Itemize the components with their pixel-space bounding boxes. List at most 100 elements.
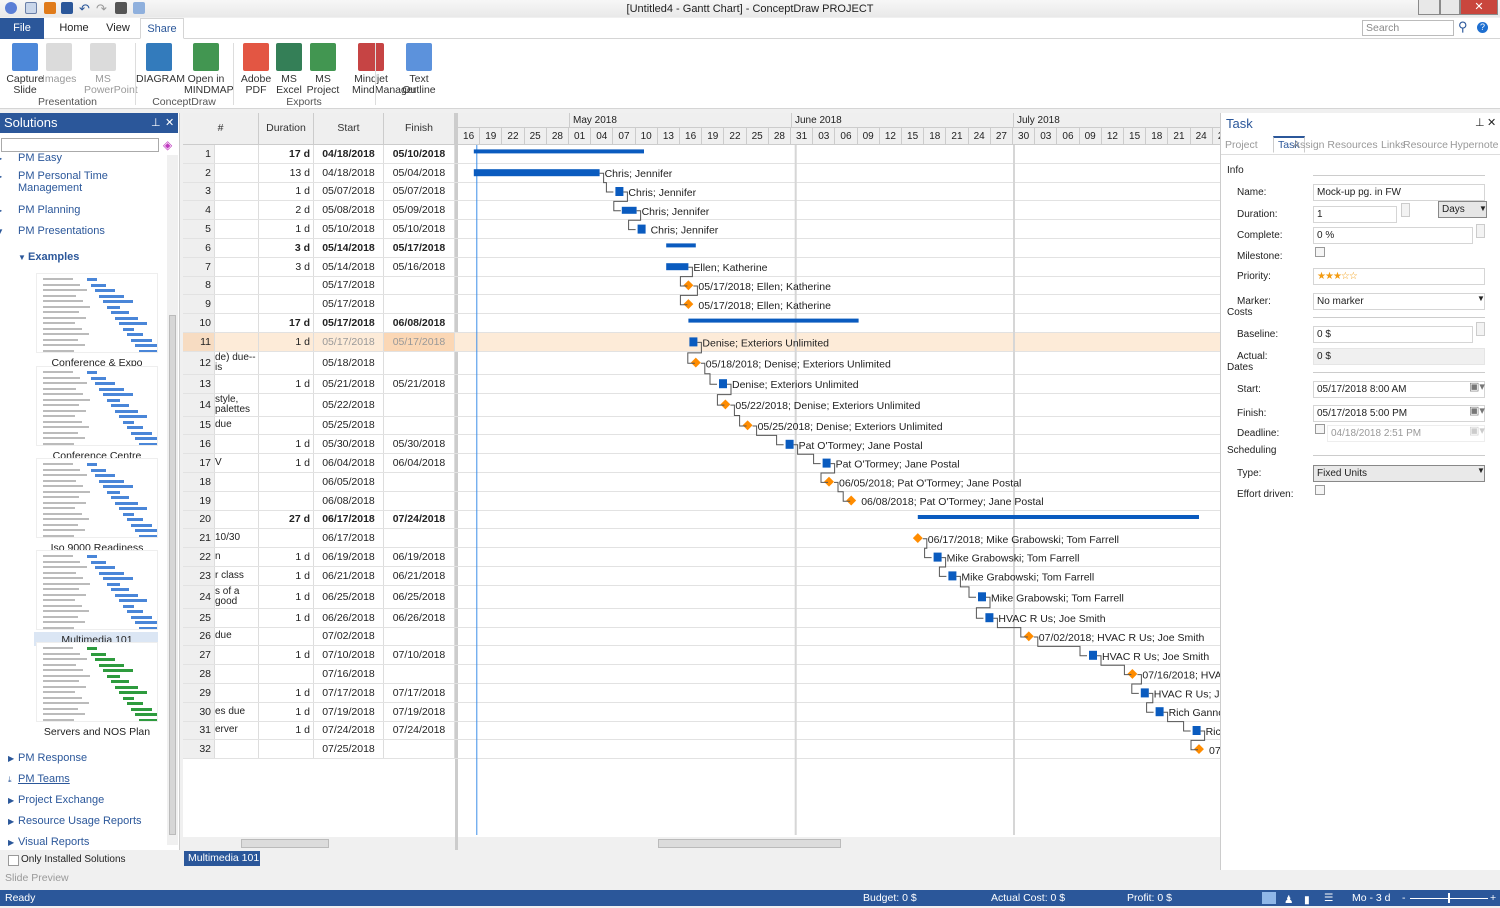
powerpoint-icon <box>90 43 116 71</box>
tab-assign-resources[interactable]: Assign Resources <box>1293 139 1378 151</box>
duration-label: Duration: <box>1237 209 1278 220</box>
priority-field[interactable]: ★★★☆☆ <box>1313 268 1485 285</box>
resource-view-icon[interactable]: ♟ <box>1284 892 1296 906</box>
ribbon-button-label: Open in MINDMAP <box>184 73 234 96</box>
solution-item[interactable]: ▶ Project Exchange <box>8 794 104 806</box>
example-thumbnail[interactable] <box>36 458 158 538</box>
finish-field[interactable]: 05/17/2018 5:00 PM <box>1313 405 1485 422</box>
solution-item[interactable]: ▶PM Personal Time Management <box>0 170 158 194</box>
actual-field[interactable]: 0 $ <box>1313 348 1485 365</box>
close-icon[interactable]: ✕ <box>165 113 174 133</box>
milestone-checkbox[interactable] <box>1315 247 1325 257</box>
solution-item[interactable]: ▼PM Presentations <box>0 225 158 237</box>
slide-preview-label[interactable]: Slide Preview <box>5 872 69 884</box>
star-icon[interactable]: ★ <box>1333 271 1342 282</box>
star-icon[interactable]: ☆ <box>1341 271 1350 282</box>
status-zoom: Mo - 3 d <box>1352 892 1391 904</box>
list-view-icon[interactable]: ☰ <box>1324 890 1333 906</box>
chevron-down-icon: ▼ <box>1479 204 1487 213</box>
complete-stepper[interactable] <box>1476 224 1485 238</box>
tab-links[interactable]: Links <box>1381 139 1406 151</box>
star-icon[interactable]: ☆ <box>1349 271 1358 282</box>
document-tab[interactable]: Multimedia 101 <box>184 851 260 866</box>
example-thumbnail[interactable] <box>36 642 158 722</box>
example-thumbnail[interactable] <box>36 550 158 630</box>
ribbon-button-9[interactable]: Text Outline <box>400 43 438 96</box>
only-installed-checkbox[interactable] <box>8 855 19 866</box>
deadline-checkbox[interactable] <box>1315 424 1325 434</box>
solution-item[interactable]: ▶PM Easy <box>0 152 158 164</box>
solution-item[interactable]: ⤓ PM Teams <box>8 773 70 785</box>
duration-stepper[interactable] <box>1401 203 1410 217</box>
gantt-view-icon[interactable] <box>1262 892 1276 904</box>
calendar-icon[interactable]: ▣▾ <box>1469 380 1485 393</box>
duration-field[interactable]: 1 <box>1313 206 1397 223</box>
tab-project[interactable]: Project <box>1225 139 1258 151</box>
start-field[interactable]: 05/17/2018 8:00 AM <box>1313 381 1485 398</box>
deadline-field[interactable]: 04/18/2018 2:51 PM <box>1327 425 1485 442</box>
ribbon-button-label: Mindjet MindManager <box>352 73 417 96</box>
summary-bar <box>473 149 644 154</box>
ribbon-button-8[interactable]: Mindjet MindManager <box>352 43 417 96</box>
only-installed-row: Only Installed Solutions <box>0 850 180 870</box>
ribbon-group-label: Presentation <box>38 96 97 108</box>
name-field[interactable]: Mock-up pg. in FW <box>1313 184 1485 201</box>
tab-file[interactable]: File <box>0 18 44 39</box>
marker-select[interactable]: No marker <box>1313 293 1485 310</box>
example-thumbnail[interactable] <box>36 366 158 446</box>
close-button[interactable]: ✕ <box>1460 0 1498 15</box>
restore-button[interactable] <box>1440 0 1460 15</box>
ribbon-button-0[interactable]: Capture Slide <box>4 43 46 96</box>
table-hscrollbar[interactable] <box>183 837 455 850</box>
solutions-scrollbar[interactable] <box>167 155 178 845</box>
zoom-in-button[interactable]: + <box>1490 890 1496 906</box>
star-icon[interactable]: ★ <box>1325 271 1334 282</box>
title-bar: ↶ ↷ [Untitled4 - Gantt Chart] - ConceptD… <box>0 0 1500 17</box>
ribbon-separator <box>233 43 234 105</box>
example-label[interactable]: Servers and NOS Plan <box>36 726 158 738</box>
tab-home[interactable]: Home <box>52 18 96 39</box>
ribbon-button-5[interactable]: Adobe PDF <box>240 43 272 96</box>
tab-resource[interactable]: Resource <box>1403 139 1448 151</box>
task-bar <box>666 263 689 271</box>
zoom-out-button[interactable]: - <box>1402 890 1406 906</box>
chevron-down-icon: ▼ <box>1477 294 1485 303</box>
ribbon-button-4[interactable]: Open in MINDMAP <box>184 43 234 96</box>
tab-hypernote[interactable]: Hypernote <box>1450 139 1498 151</box>
solution-item[interactable]: ▶PM Planning <box>0 204 158 216</box>
chevron-down-icon: ▼ <box>0 227 18 236</box>
complete-field[interactable]: 0 % <box>1313 227 1473 244</box>
tab-share[interactable]: Share <box>140 18 184 39</box>
calendar-icon[interactable]: ▣▾ <box>1469 404 1485 417</box>
solution-item-label: PM Teams <box>18 773 70 785</box>
examples-group[interactable]: ▼ Examples <box>18 251 79 263</box>
search-input[interactable]: Search <box>1362 20 1454 36</box>
minimize-button[interactable] <box>1418 0 1440 15</box>
gantt-bar-label: 05/25/2018; Denise; Exteriors Unlimited <box>758 421 943 433</box>
help-icon[interactable]: ? <box>1477 22 1488 33</box>
milestone-marker <box>683 299 694 310</box>
baseline-field[interactable]: 0 $ <box>1313 326 1473 343</box>
ribbon-button-6[interactable]: MS Excel <box>275 43 303 96</box>
tab-view[interactable]: View <box>100 18 136 39</box>
example-thumbnail[interactable] <box>36 273 158 353</box>
report-view-icon[interactable]: ▮ <box>1304 892 1316 906</box>
chevron-down-icon: ▼ <box>1477 466 1485 475</box>
ms-project-icon <box>310 43 336 71</box>
ribbon-button-7[interactable]: MS Project <box>306 43 340 96</box>
ribbon-button-2[interactable]: MS PowerPoint <box>84 43 138 96</box>
ribbon-button-3[interactable]: DIAGRAM <box>136 43 185 85</box>
chart-hscrollbar[interactable] <box>458 837 1220 850</box>
close-icon[interactable]: ✕ <box>1487 116 1496 129</box>
baseline-stepper[interactable] <box>1476 322 1485 336</box>
pin-icon[interactable]: ⊥ <box>1475 116 1485 129</box>
ribbon-button-1[interactable]: Images <box>42 43 76 85</box>
zoom-slider-thumb[interactable] <box>1448 893 1450 903</box>
type-select[interactable]: Fixed Units <box>1313 465 1485 482</box>
binoculars-icon[interactable]: ⚲ <box>1458 19 1468 35</box>
solution-item[interactable]: ▶ Resource Usage Reports <box>8 815 142 827</box>
solution-item[interactable]: ▶ Visual Reports <box>8 836 89 848</box>
effort-driven-checkbox[interactable] <box>1315 485 1325 495</box>
star-icon[interactable]: ★ <box>1317 271 1326 282</box>
solution-item[interactable]: ▶ PM Response <box>8 752 87 764</box>
